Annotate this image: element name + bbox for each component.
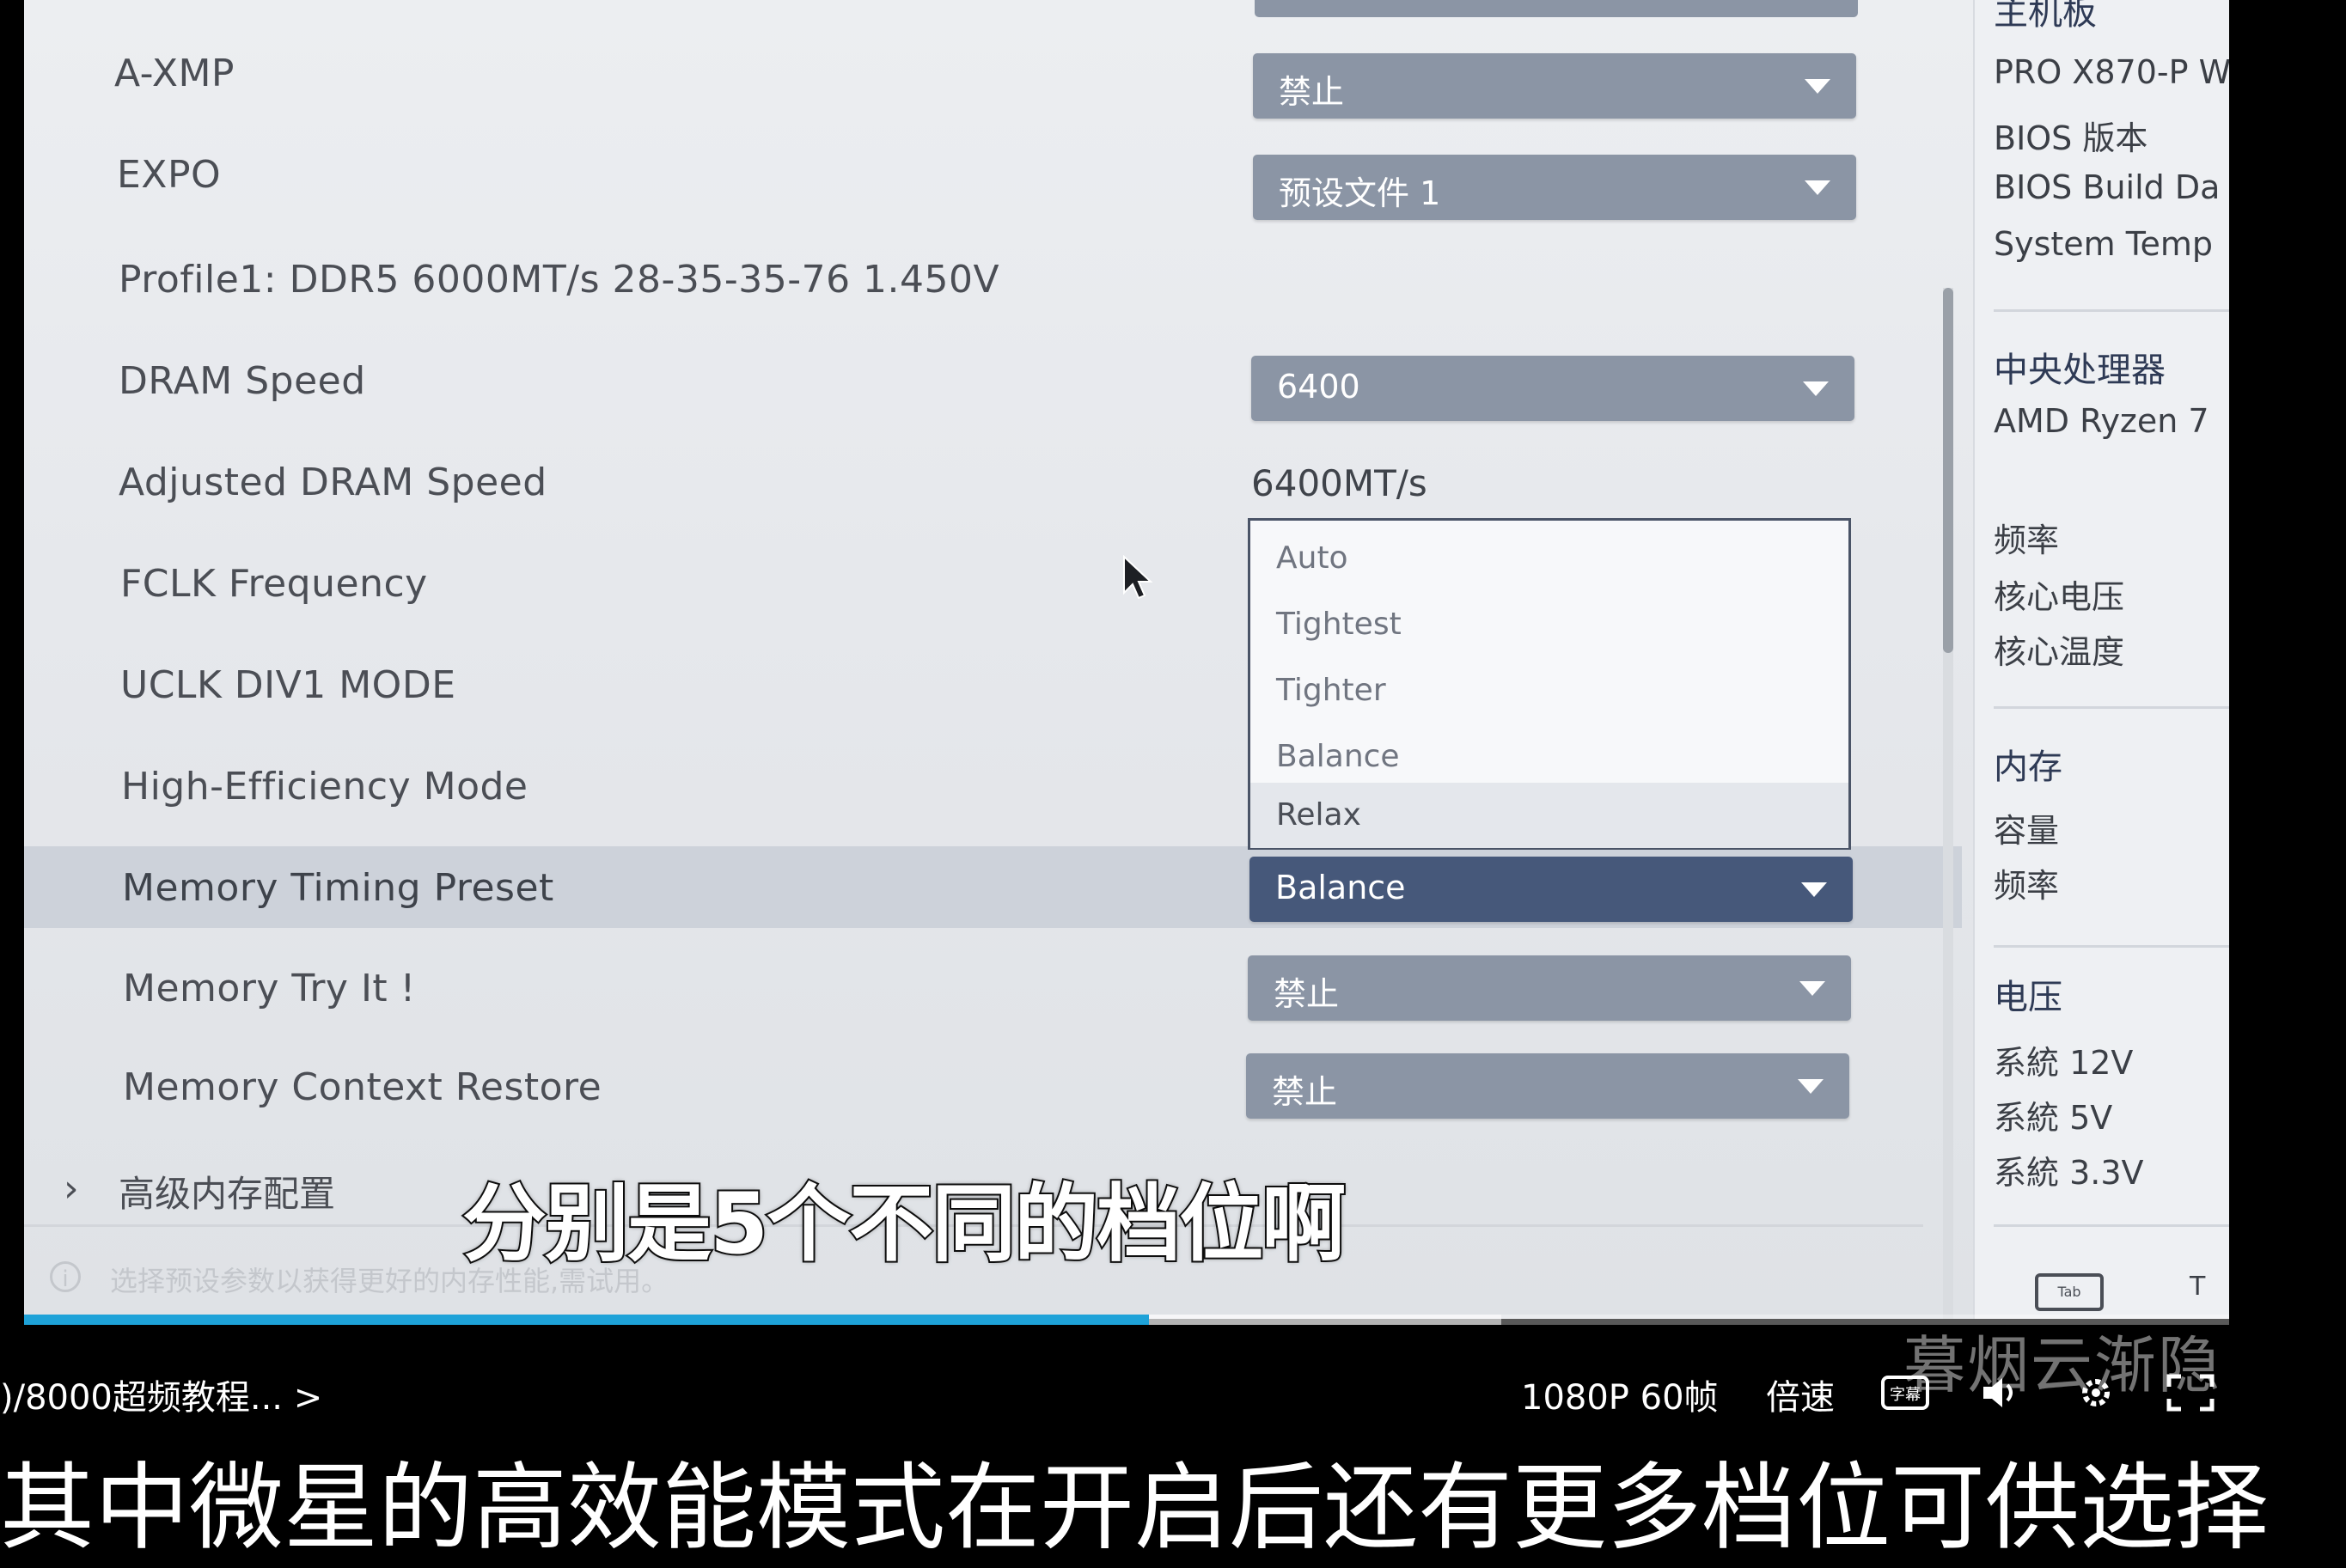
- chevron-down-icon: [1805, 180, 1830, 195]
- outer-subtitle: 其中微星的高效能模式在开启后还有更多档位可供选择: [0, 1453, 2269, 1563]
- chevron-right-icon[interactable]: ›: [64, 1167, 79, 1211]
- dram-speed-value: 6400: [1277, 368, 1360, 406]
- chevron-down-icon: [1803, 381, 1829, 396]
- dram-speed-dropdown[interactable]: 6400: [1251, 356, 1854, 421]
- adjusted-dram-value: 6400MT/s: [1251, 462, 1427, 504]
- mouse-cursor-icon: [1123, 555, 1153, 600]
- partial-dropdown-top[interactable]: [1255, 0, 1858, 17]
- timing-preset-value: Balance: [1275, 869, 1406, 906]
- timing-preset-dropdown[interactable]: Balance: [1249, 857, 1853, 922]
- subtitle-toggle-label: 字幕: [1890, 1386, 1921, 1404]
- side-section-memory: 内存: [1994, 747, 2062, 787]
- axmp-dropdown-value: 禁止: [1279, 73, 1345, 111]
- divider: [1994, 309, 2229, 312]
- subtitle-toggle-icon[interactable]: 字幕: [1880, 1373, 1930, 1412]
- quality-button[interactable]: 1080P 60帧: [1521, 1370, 1719, 1419]
- side-item: 频率: [1994, 522, 2060, 559]
- speed-button[interactable]: 倍速: [1766, 1370, 1835, 1419]
- expo-dropdown-value: 预设文件 1: [1279, 174, 1441, 212]
- side-section-motherboard: 主机板: [1994, 0, 2097, 33]
- side-item: BIOS 版本: [1994, 119, 2148, 157]
- side-item: 频率: [1994, 867, 2060, 905]
- settings-gear-icon[interactable]: [2071, 1373, 2121, 1412]
- tab-key-suffix: T: [2190, 1272, 2206, 1302]
- side-item: PRO X870-P W: [1994, 53, 2229, 91]
- setting-label-fclk: FCLK Frequency: [120, 562, 428, 606]
- chevron-down-icon: [1801, 882, 1827, 897]
- fullscreen-icon[interactable]: [2166, 1373, 2215, 1412]
- option-balance[interactable]: Balance: [1250, 724, 1848, 790]
- setting-label-expo: EXPO: [117, 153, 222, 197]
- setting-label-uclk: UCLK DIV1 MODE: [120, 663, 456, 707]
- progress-bar[interactable]: [24, 1315, 2229, 1325]
- memory-try-it-dropdown[interactable]: 禁止: [1248, 955, 1851, 1021]
- setting-label-memory-try-it: Memory Try It !: [123, 967, 416, 1010]
- progress-played: [24, 1315, 1149, 1325]
- side-section-cpu: 中央处理器: [1994, 351, 2166, 390]
- divider: [1994, 1224, 2229, 1227]
- expo-dropdown[interactable]: 预设文件 1: [1253, 155, 1856, 220]
- side-item: 系統 3.3V: [1994, 1154, 2144, 1192]
- profile-info: Profile1: DDR5 6000MT/s 28-35-35-76 1.45…: [119, 258, 1000, 302]
- setting-label-timing-preset: Memory Timing Preset: [122, 866, 554, 910]
- option-tighter[interactable]: Tighter: [1250, 658, 1848, 723]
- side-section-voltage: 电压: [1994, 978, 2062, 1017]
- volume-icon[interactable]: [1976, 1373, 2026, 1412]
- option-tightest[interactable]: Tightest: [1250, 592, 1848, 657]
- divider: [1994, 706, 2229, 709]
- side-item: AMD Ryzen 7: [1994, 402, 2209, 440]
- context-restore-dropdown[interactable]: 禁止: [1246, 1053, 1849, 1119]
- context-restore-value: 禁止: [1272, 1073, 1338, 1111]
- setting-label-adjusted-dram: Adjusted DRAM Speed: [119, 461, 547, 504]
- setting-label-context-restore: Memory Context Restore: [123, 1065, 602, 1109]
- timing-preset-options: Auto Tightest Tighter Balance Relax: [1248, 518, 1851, 850]
- chevron-down-icon: [1798, 1079, 1824, 1094]
- scrollbar-thumb[interactable]: [1943, 288, 1953, 653]
- divider: [1994, 945, 2229, 948]
- side-item: 核心温度: [1994, 633, 2125, 671]
- info-icon: i: [50, 1261, 81, 1292]
- option-relax[interactable]: Relax: [1250, 783, 1848, 848]
- chevron-down-icon: [1805, 79, 1830, 94]
- option-auto[interactable]: Auto: [1250, 526, 1848, 591]
- setting-label-high-efficiency: High-Efficiency Mode: [121, 765, 528, 808]
- bios-screen: A-XMP 禁止 EXPO 预设文件 1 Profile1: DDR5 6000…: [24, 0, 2229, 1319]
- side-item: 系統 5V: [1994, 1099, 2113, 1137]
- side-item: System Temp: [1994, 225, 2214, 263]
- video-subtitle: 分别是5个不同的档位啊: [461, 1174, 1347, 1275]
- side-item: 系統 12V: [1994, 1044, 2134, 1082]
- system-info-panel: 主机板 PRO X870-P W BIOS 版本 BIOS Build Da S…: [1973, 0, 2229, 1319]
- setting-label-dram-speed: DRAM Speed: [119, 359, 366, 403]
- setting-label-axmp: A-XMP: [114, 52, 235, 95]
- axmp-dropdown[interactable]: 禁止: [1253, 53, 1856, 119]
- tab-key-icon[interactable]: Tab: [2035, 1273, 2104, 1311]
- advanced-memory-config[interactable]: 高级内存配置: [119, 1165, 335, 1217]
- side-item: 容量: [1994, 812, 2060, 850]
- chevron-down-icon: [1799, 981, 1825, 996]
- memory-try-it-value: 禁止: [1274, 975, 1340, 1013]
- video-title-link[interactable]: )/8000超频教程... >: [0, 1370, 322, 1419]
- side-item: 核心电压: [1994, 578, 2125, 616]
- side-item: BIOS Build Da: [1994, 168, 2221, 206]
